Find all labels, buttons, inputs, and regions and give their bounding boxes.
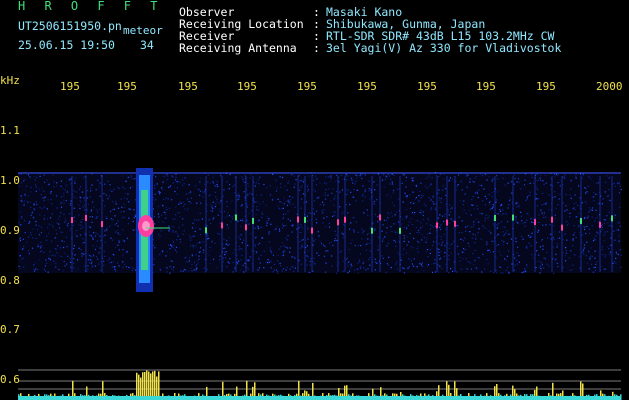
x-tick-label: 195 (417, 80, 437, 93)
x-tick-label: 2000 (596, 80, 623, 93)
echo-spot (101, 221, 103, 228)
echo-spot (297, 216, 299, 223)
spectrogram (18, 168, 622, 400)
meteor-head (142, 221, 150, 231)
image-filename: UT2506151950.pn (18, 19, 122, 33)
echo-spot (561, 224, 563, 231)
echo-spot (436, 222, 438, 229)
echo-spot (399, 227, 401, 234)
echo-spot (611, 215, 613, 222)
y-tick-label: 1.0 (0, 174, 20, 187)
echo-spot (454, 220, 456, 227)
echo-spot (534, 219, 536, 226)
timestamp: 25.06.15 19:50 (18, 38, 115, 52)
x-tick-label: 195 (297, 80, 317, 93)
echo-spot (494, 215, 496, 222)
antenna-value: 3el Yagi(V) Az 330 for Vladivostok (326, 41, 562, 55)
echo-spot (580, 217, 582, 224)
y-tick-label: 0.7 (0, 323, 20, 336)
echo-spot (71, 217, 73, 224)
echo-spot (245, 224, 247, 231)
echo-spot (311, 227, 313, 234)
meteor-count: 34 (140, 38, 154, 52)
y-unit-label: kHz (0, 74, 20, 87)
y-tick-label: 0.6 (0, 373, 20, 386)
y-tick-label: 0.8 (0, 274, 20, 287)
x-tick-label: 195 (536, 80, 556, 93)
echo-spot (337, 219, 339, 226)
echo-spot (221, 222, 223, 229)
echo-spot (235, 214, 237, 221)
echo-spot (205, 227, 207, 234)
y-tick-label: 0.9 (0, 224, 20, 237)
x-tick-label: 195 (60, 80, 80, 93)
x-tick-label: 195 (476, 80, 496, 93)
detection-label: meteor (123, 24, 163, 37)
signal-level-histogram (18, 370, 622, 400)
x-tick-label: 195 (237, 80, 257, 93)
echo-spot (599, 221, 601, 228)
x-tick-label: 195 (357, 80, 377, 93)
echo-spot (85, 214, 87, 221)
echo-spot (304, 216, 306, 223)
noise-band (18, 172, 621, 273)
x-tick-label: 195 (117, 80, 137, 93)
baseline-noise (18, 396, 621, 400)
colon: : (313, 41, 320, 55)
antenna-label: Receiving Antenna (179, 41, 297, 55)
echo-spot (252, 217, 254, 224)
echo-spot (446, 219, 448, 226)
echo-spot (551, 216, 553, 223)
echo-spot (512, 214, 514, 221)
echo-spot (379, 214, 381, 221)
x-tick-label: 195 (178, 80, 198, 93)
echo-spot (371, 227, 373, 234)
y-tick-label: 1.1 (0, 124, 20, 137)
echo-spot (344, 216, 346, 223)
program-title: H R O F F T (18, 0, 164, 13)
